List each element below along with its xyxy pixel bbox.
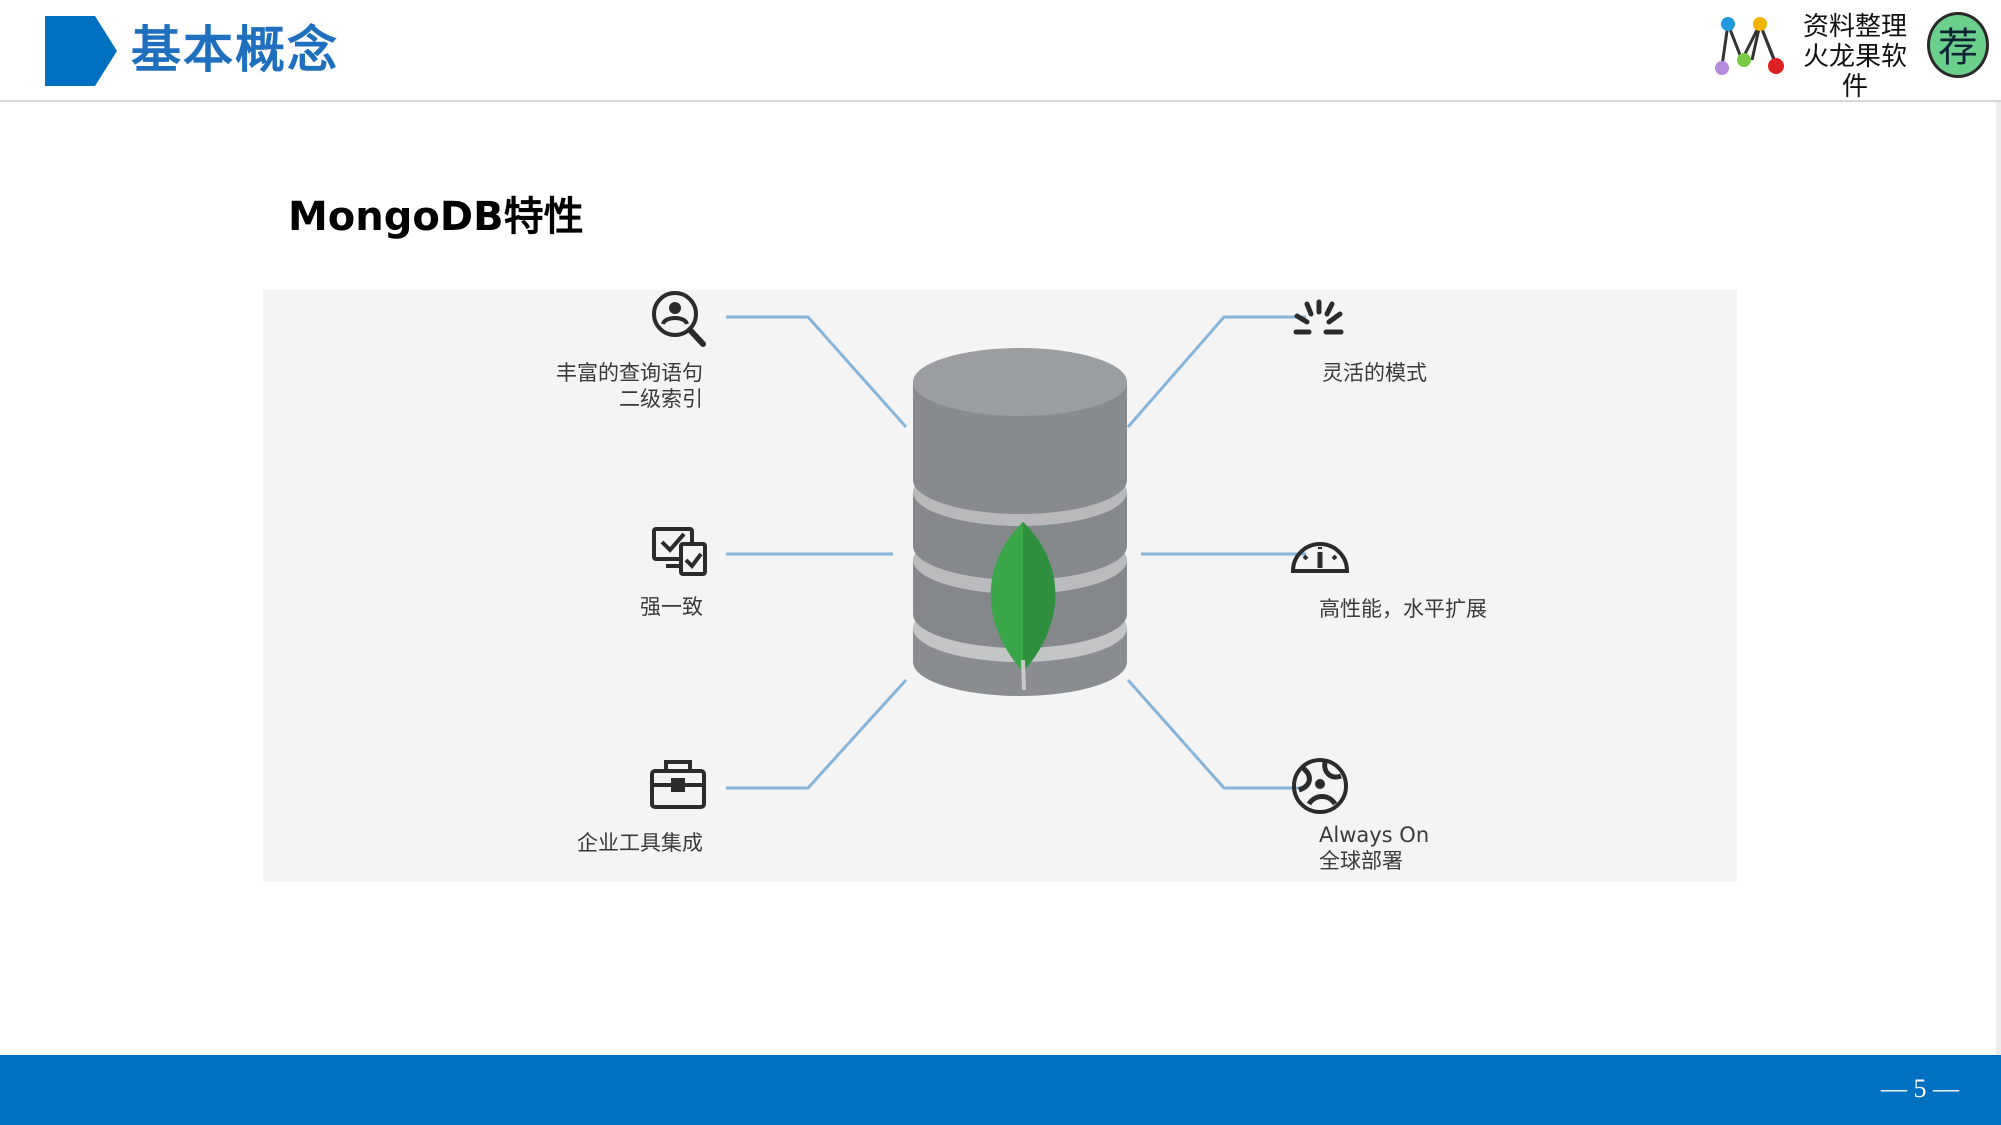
connector-top-right bbox=[1126, 315, 1306, 428]
section-title: MongoDB特性 bbox=[288, 194, 584, 240]
features-diagram: 丰富的查询语句 二级索引 强一致 企业工具集成 灵活的模式 高性能，水平扩展 A… bbox=[263, 290, 1737, 882]
footer-bar bbox=[0, 1055, 2001, 1125]
brand-text: 资料整理 火龙果软件 bbox=[1795, 12, 1915, 102]
brand-line-2: 火龙果软件 bbox=[1802, 42, 1907, 102]
diagram-canvas bbox=[650, 291, 1350, 814]
brand-logo-icon bbox=[1715, 17, 1784, 75]
monitor-check-icon bbox=[652, 527, 707, 576]
brand-line-1: 资料整理 bbox=[1802, 12, 1907, 42]
connector-bottom-right bbox=[1126, 679, 1306, 790]
feature-label-always-on: Always On 全球部署 bbox=[1319, 823, 1430, 873]
connector-bottom-left bbox=[726, 678, 908, 790]
page-title: 基本概念 bbox=[131, 21, 339, 79]
feature-label-performance: 高性能，水平扩展 bbox=[1319, 597, 1487, 621]
header: 基本概念 资料整理 火龙果软件 荐 bbox=[0, 0, 2001, 102]
slide-edge bbox=[1996, 102, 2001, 1055]
speedometer-icon bbox=[1290, 542, 1350, 573]
feature-label-enterprise-tools: 企业工具集成 bbox=[577, 831, 703, 855]
feature-label-consistency: 强一致 bbox=[640, 595, 703, 619]
section-arrow-icon bbox=[45, 16, 117, 86]
search-person-icon bbox=[652, 291, 706, 347]
sparkle-icon bbox=[1293, 299, 1344, 335]
page-number: — 5 — bbox=[1881, 1074, 1959, 1103]
feature-label-query: 丰富的查询语句 二级索引 bbox=[556, 361, 703, 411]
toolbox-icon bbox=[650, 760, 706, 809]
connector-top-left bbox=[726, 315, 908, 428]
globe-icon bbox=[1292, 758, 1348, 814]
feature-label-flexible-schema: 灵活的模式 bbox=[1322, 361, 1427, 385]
recommend-badge: 荐 bbox=[1927, 12, 1989, 78]
header-divider bbox=[0, 100, 2001, 102]
